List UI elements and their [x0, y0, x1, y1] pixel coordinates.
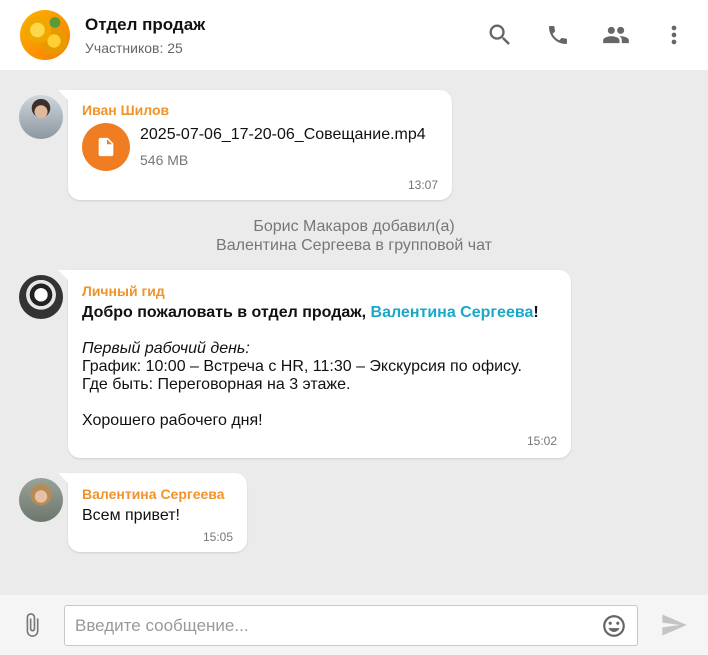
send-button[interactable] [658, 610, 690, 640]
sender-name[interactable]: Валентина Сергеева [82, 486, 225, 502]
message-input-box [64, 605, 638, 646]
message-time: 15:05 [202, 530, 233, 544]
more-button[interactable] [659, 20, 689, 50]
message-bubble: Иван Шилов 2025-07-06_17-20-06_Совещание… [58, 90, 452, 200]
message-time: 13:07 [407, 178, 438, 192]
message-bubble: Валентина Сергеева Всем привет! 15:05 [58, 473, 247, 552]
closing-line: Хорошего рабочего дня! [82, 412, 263, 429]
message-text: Всем привет! [82, 507, 180, 524]
greeting-prefix: Добро пожаловать в отдел продаж, [82, 304, 371, 321]
message-time: 15:02 [526, 434, 557, 448]
file-attachment-button[interactable] [82, 123, 130, 171]
location-line: Где быть: Переговорная на 3 этаже. [82, 376, 351, 393]
send-icon [662, 614, 687, 636]
user-mention[interactable]: Валентина Сергеева [371, 304, 534, 321]
greeting-suffix: ! [533, 304, 539, 321]
chat-header: Отдел продаж Участников: 25 [0, 0, 708, 70]
file-size: 546 MB [140, 152, 189, 168]
more-vert-icon [671, 25, 677, 45]
emoji-icon [603, 615, 625, 637]
chat-title[interactable]: Отдел продаж [85, 15, 205, 35]
message-composer [0, 595, 708, 655]
members-button[interactable] [601, 20, 631, 50]
attach-button[interactable] [18, 610, 46, 640]
greeting-line: Добро пожаловать в отдел продаж, Валенти… [82, 304, 539, 322]
phone-icon [549, 26, 567, 44]
message-input[interactable] [75, 606, 595, 645]
system-message-line2: Валентина Сергеева в групповой чат [216, 237, 492, 254]
schedule-title: Первый рабочий день: [82, 340, 250, 357]
search-icon [489, 24, 510, 45]
avatar[interactable] [19, 275, 63, 319]
message-bubble: Личный гид Добро пожаловать в отдел прод… [58, 270, 571, 458]
sender-name[interactable]: Личный гид [82, 283, 165, 299]
sender-name[interactable]: Иван Шилов [82, 102, 169, 118]
avatar[interactable] [19, 95, 63, 139]
file-icon [98, 137, 114, 157]
emoji-button[interactable] [601, 613, 627, 639]
schedule-line: График: 10:00 – Встреча с HR, 11:30 – Эк… [82, 358, 522, 375]
member-count[interactable]: Участников: 25 [85, 40, 183, 56]
system-message-line1: Борис Макаров добавил(а) [253, 218, 455, 235]
avatar[interactable] [19, 478, 63, 522]
paperclip-icon [26, 613, 39, 637]
call-button[interactable] [543, 20, 573, 50]
chat-avatar[interactable] [20, 10, 70, 60]
group-icon [603, 26, 629, 44]
search-button[interactable] [485, 20, 515, 50]
file-name[interactable]: 2025-07-06_17-20-06_Совещание.mp4 [140, 126, 426, 144]
